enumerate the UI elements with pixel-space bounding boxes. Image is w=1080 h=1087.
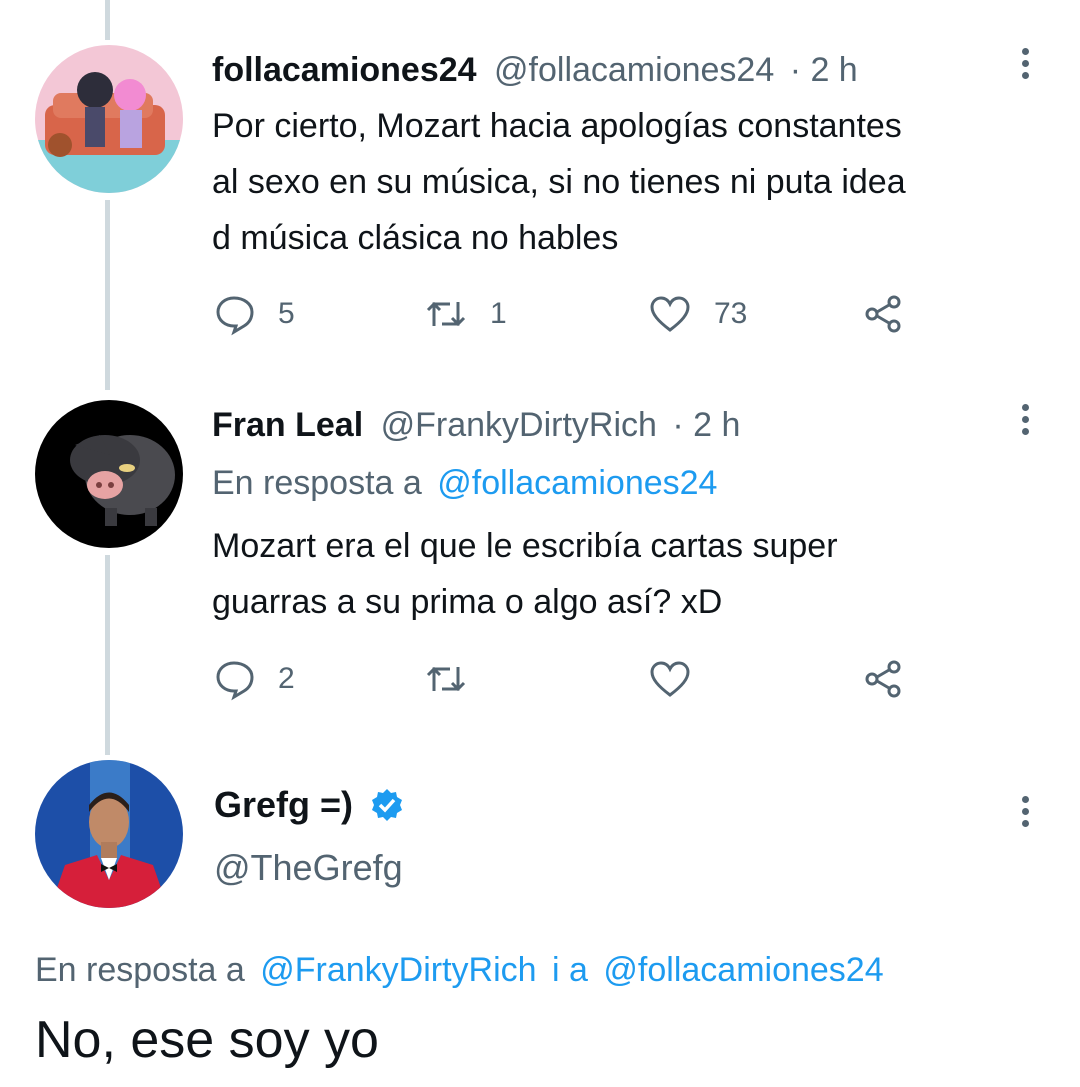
more-options-icon[interactable]	[1018, 48, 1034, 84]
like-icon	[650, 661, 690, 697]
retweet-button[interactable]	[424, 654, 468, 704]
like-button[interactable]	[648, 654, 692, 704]
share-button[interactable]	[862, 289, 906, 339]
display-name[interactable]: Fran Leal	[212, 406, 363, 444]
retweet-button[interactable]: 1	[424, 289, 507, 339]
avatar[interactable]	[35, 760, 183, 908]
tweet-text-line: Por cierto, Mozart hacia apologías const…	[212, 107, 902, 145]
like-button[interactable]: 73	[648, 289, 747, 339]
share-icon	[865, 660, 901, 698]
retweet-icon	[426, 666, 466, 692]
handle[interactable]: @TheGrefg	[214, 847, 403, 888]
retweet-count: 1	[490, 297, 507, 330]
tweet-text: Por cierto, Mozart hacia apologías const…	[212, 98, 1062, 266]
share-button[interactable]	[862, 654, 906, 704]
avatar-image	[35, 400, 183, 548]
tweet-header: follacamiones24 @follacamiones24 · 2 h	[212, 50, 858, 90]
tweet-text: No, ese soy yo	[35, 1011, 379, 1069]
reply-button[interactable]: 5	[212, 289, 295, 339]
thread-line-top	[105, 0, 110, 40]
verified-badge-icon	[372, 789, 403, 821]
retweet-icon	[426, 301, 466, 327]
reply-context: En resposta a @FrankyDirtyRich i a @foll…	[35, 950, 884, 990]
reply-icon	[216, 661, 254, 701]
reply-button[interactable]: 2	[212, 654, 295, 704]
avatar[interactable]	[35, 45, 183, 193]
tweet-text-line: Mozart era el que le escribía cartas sup…	[212, 527, 838, 565]
reply-joiner: i a	[552, 951, 588, 989]
tweet-header: Fran Leal @FrankyDirtyRich · 2 h	[212, 405, 740, 445]
display-name[interactable]: Grefg =)	[214, 784, 353, 825]
avatar-image	[35, 760, 183, 908]
tweet-header: Grefg =)	[214, 785, 405, 825]
reply-to-link-2[interactable]: @follacamiones24	[603, 951, 883, 989]
like-count: 73	[714, 297, 748, 330]
avatar-image	[35, 45, 183, 193]
tweet-text-line: guarras a su prima o algo así? xD	[212, 583, 723, 621]
more-options-icon[interactable]	[1018, 796, 1034, 832]
reply-prefix: En resposta a	[35, 951, 245, 989]
share-icon	[865, 295, 901, 333]
more-options-icon[interactable]	[1018, 404, 1034, 440]
reply-prefix: En resposta a	[212, 464, 422, 502]
thread-line-1	[105, 200, 110, 390]
handle[interactable]: @follacamiones24	[494, 51, 774, 89]
reply-icon	[216, 296, 254, 336]
reply-count: 2	[278, 662, 295, 695]
tweet-text-line: d música clásica no hables	[212, 219, 619, 257]
handle-line: @TheGrefg	[214, 848, 403, 888]
like-icon	[650, 296, 690, 332]
thread-line-2	[105, 555, 110, 755]
timestamp[interactable]: · 2 h	[672, 406, 740, 444]
reply-to-link-1[interactable]: @FrankyDirtyRich	[260, 951, 536, 989]
display-name[interactable]: follacamiones24	[212, 51, 477, 89]
avatar[interactable]	[35, 400, 183, 548]
tweet-actions: 5 1 73	[212, 289, 912, 339]
tweet-actions: 2	[212, 654, 912, 704]
timestamp[interactable]: · 2 h	[790, 51, 858, 89]
reply-count: 5	[278, 297, 295, 330]
tweet-text: Mozart era el que le escribía cartas sup…	[212, 518, 1062, 630]
reply-to-link[interactable]: @follacamiones24	[437, 464, 717, 502]
reply-context: En resposta a @follacamiones24	[212, 463, 717, 503]
tweet-text-line: al sexo en su música, si no tienes ni pu…	[212, 163, 906, 201]
handle[interactable]: @FrankyDirtyRich	[381, 406, 657, 444]
